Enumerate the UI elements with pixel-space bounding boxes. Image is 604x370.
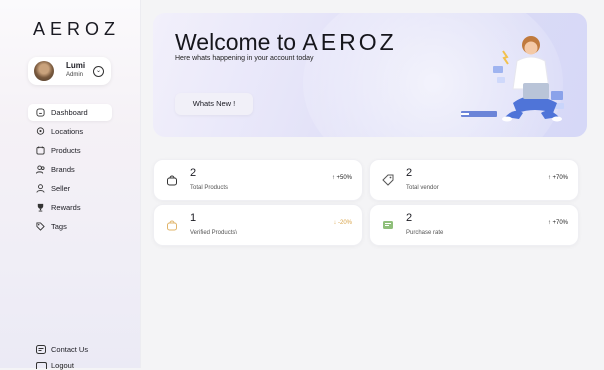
stat-value: 2 xyxy=(406,167,413,179)
sidebar-item-label: Seller xyxy=(51,184,71,193)
user-icon xyxy=(36,184,45,193)
contact-us-label: Contact Us xyxy=(51,345,89,354)
home-icon xyxy=(36,108,45,117)
stat-card-total-vendor[interactable]: 2 Total vendor ↑ +70% xyxy=(369,159,579,201)
welcome-subtitle: Here whats happening in your account tod… xyxy=(175,55,314,62)
tag-icon xyxy=(382,174,394,186)
location-pin-icon xyxy=(36,127,45,135)
stat-trend: ↑ +70% xyxy=(547,220,568,226)
stat-value: 2 xyxy=(406,212,413,224)
stat-label: Verified Products\ xyxy=(190,230,238,236)
sidebar-item-brands[interactable]: Brands xyxy=(28,161,112,178)
sidebar-item-tags[interactable]: Tags xyxy=(28,218,112,235)
app-logo[interactable]: AEROZ xyxy=(33,19,120,40)
sidebar-item-rewards[interactable]: Rewards xyxy=(28,199,112,216)
logout-link[interactable]: Logout xyxy=(51,361,74,370)
sidebar-item-locations[interactable]: Locations xyxy=(28,123,112,140)
sidebar-item-label: Locations xyxy=(51,127,84,136)
sidebar-item-dashboard[interactable]: Dashboard xyxy=(28,104,112,121)
trophy-icon xyxy=(37,203,44,212)
stat-card-total-products[interactable]: 2 Total Products ↑ +50% xyxy=(153,159,363,201)
bag-icon xyxy=(167,220,177,231)
stat-trend: ↓ -20% xyxy=(333,220,352,226)
welcome-heading: Welcome to AEROZ xyxy=(175,29,397,56)
sidebar-item-label: Dashboard xyxy=(51,108,88,117)
stat-trend: ↑ +70% xyxy=(547,175,568,181)
person-laptop-illustration xyxy=(461,36,564,122)
profile-role: Admin xyxy=(66,72,84,78)
sidebar-item-label: Tags xyxy=(51,222,67,231)
contact-us-link[interactable]: Contact Us xyxy=(28,342,112,358)
avatar xyxy=(34,61,54,81)
welcome-prefix: Welcome to xyxy=(175,29,297,55)
sidebar: AEROZ Lumi Admin ⌄ Dashboard Locations P… xyxy=(0,0,141,370)
sidebar-item-label: Brands xyxy=(51,165,75,174)
shopping-bag-icon xyxy=(167,175,177,186)
stat-value: 1 xyxy=(190,212,197,224)
calendar-box-icon xyxy=(36,146,45,155)
profile-name: Lumi xyxy=(66,61,86,70)
chevron-down-icon[interactable]: ⌄ xyxy=(93,66,104,77)
profile-card[interactable]: Lumi Admin ⌄ xyxy=(28,57,111,85)
stat-label: Purchase rate xyxy=(406,230,444,236)
stat-label: Total vendor xyxy=(406,185,439,191)
stat-card-verified-products[interactable]: 1 Verified Products\ ↓ -20% xyxy=(153,204,363,246)
welcome-brand: AEROZ xyxy=(302,29,397,55)
sidebar-item-label: Products xyxy=(51,146,81,155)
stat-trend: ↑ +50% xyxy=(331,175,352,181)
chat-icon xyxy=(36,345,46,354)
receipt-icon xyxy=(383,221,393,229)
users-icon xyxy=(36,165,45,174)
sidebar-item-products[interactable]: Products xyxy=(28,142,112,159)
whats-new-button[interactable]: Whats New ! xyxy=(175,93,253,115)
welcome-banner: Welcome to AEROZ Here whats happening in… xyxy=(153,13,587,137)
stat-value: 2 xyxy=(190,167,197,179)
stat-label: Total Products xyxy=(190,185,229,191)
sidebar-item-seller[interactable]: Seller xyxy=(28,180,112,197)
stat-card-purchase-rate[interactable]: 2 Purchase rate ↑ +70% xyxy=(369,204,579,246)
sidebar-item-label: Rewards xyxy=(51,203,81,212)
tag-icon xyxy=(36,222,45,231)
